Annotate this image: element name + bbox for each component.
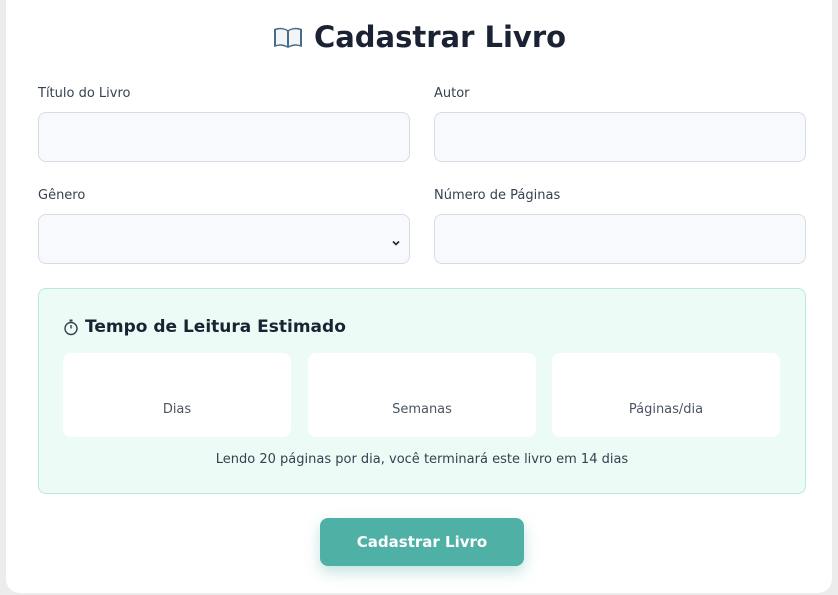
pages-input[interactable] (434, 214, 806, 264)
stat-card-weeks: Semanas (308, 353, 536, 437)
page-title-text: Cadastrar Livro (313, 20, 567, 54)
estimate-heading: Tempo de Leitura Estimado (63, 317, 346, 337)
stat-label-weeks: Semanas (392, 402, 452, 417)
submit-button[interactable]: Cadastrar Livro (320, 518, 524, 566)
chevron-down-icon (391, 233, 401, 246)
book-title-input[interactable] (38, 112, 410, 162)
author-label: Autor (434, 86, 470, 101)
stat-label-pages-per-day: Páginas/dia (628, 402, 704, 417)
reading-estimate-panel: Tempo de Leitura Estimado Dias Semanas P… (38, 288, 806, 494)
book-title-label: Título do Livro (38, 86, 131, 101)
stat-card-pages-per-day: Páginas/dia (552, 353, 780, 437)
author-input[interactable] (434, 112, 806, 162)
stat-card-days: Dias (63, 353, 291, 437)
genre-label: Gênero (38, 188, 86, 203)
estimate-title-text: Tempo de Leitura Estimado (85, 317, 346, 337)
genre-select[interactable] (38, 214, 410, 264)
pages-label: Número de Páginas (434, 188, 561, 203)
open-book-icon (272, 24, 304, 50)
estimate-note: Lendo 20 páginas por dia, você terminará… (215, 452, 629, 467)
stat-label-days: Dias (162, 402, 192, 417)
stopwatch-icon (63, 318, 79, 336)
page-title: Cadastrar Livro (0, 20, 838, 54)
